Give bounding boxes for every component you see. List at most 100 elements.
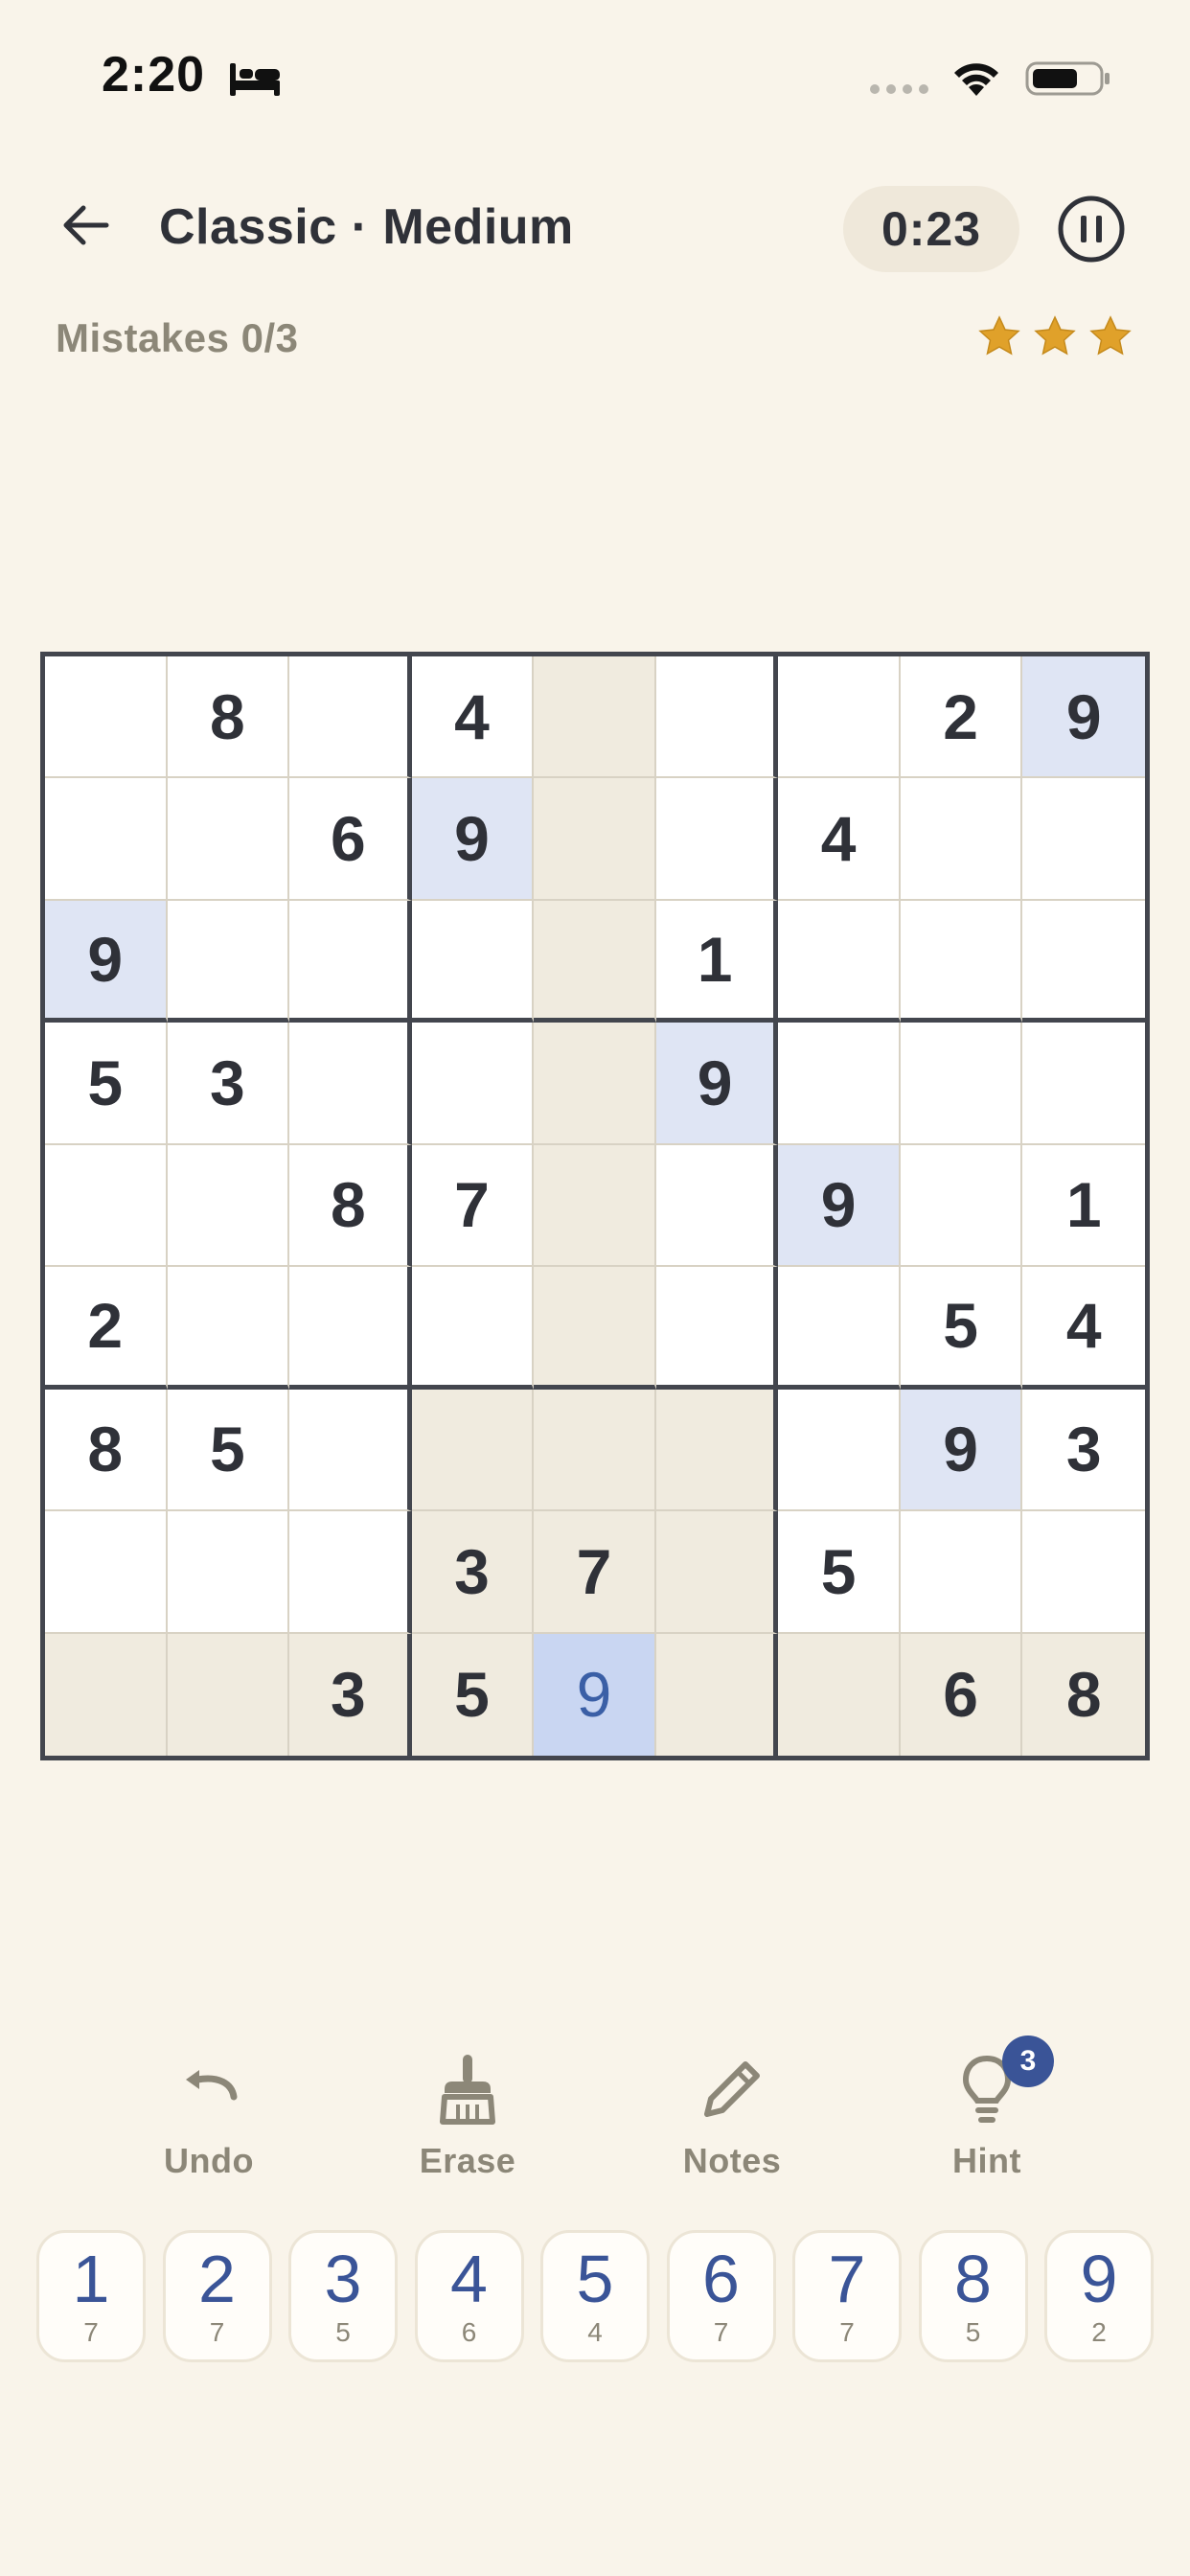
sudoku-cell-r5c6[interactable] [655,1144,779,1268]
sudoku-cell-r7c3[interactable] [289,1389,412,1512]
sudoku-cell-r5c4[interactable]: 7 [411,1144,535,1268]
sudoku-cell-r3c3[interactable] [289,900,412,1024]
sudoku-cell-r6c6[interactable] [655,1267,779,1390]
sudoku-cell-r3c1[interactable]: 9 [45,900,168,1024]
sudoku-cell-r4c4[interactable] [411,1023,535,1145]
sudoku-cell-r5c9[interactable]: 1 [1022,1144,1145,1268]
sudoku-cell-r7c8[interactable]: 9 [900,1389,1023,1512]
sudoku-cell-r7c4[interactable] [411,1389,535,1512]
sudoku-cell-r1c1[interactable] [45,656,168,779]
pause-button[interactable] [1056,194,1127,264]
sudoku-cell-r8c6[interactable] [655,1511,779,1634]
sudoku-cell-r9c2[interactable] [167,1633,290,1756]
sudoku-cell-r4c2[interactable]: 3 [167,1023,290,1145]
sudoku-cell-r4c9[interactable] [1022,1023,1145,1145]
hint-button[interactable]: Hint 3 [891,2036,1083,2185]
sudoku-cell-r1c6[interactable] [655,656,779,779]
sudoku-cell-r4c1[interactable]: 5 [45,1023,168,1145]
sudoku-cell-r7c6[interactable] [655,1389,779,1512]
number-key-digit: 5 [576,2242,614,2316]
number-key-2[interactable]: 27 [162,2230,272,2362]
sudoku-cell-r4c6[interactable]: 9 [655,1023,779,1145]
sudoku-cell-r1c4[interactable]: 4 [411,656,535,779]
sudoku-cell-r8c8[interactable] [900,1511,1023,1634]
undo-button[interactable]: Undo [113,2051,305,2185]
sudoku-cell-r2c1[interactable] [45,778,168,901]
sudoku-cell-r6c7[interactable] [778,1267,901,1390]
erase-button[interactable]: Erase [372,2051,563,2185]
sudoku-cell-r3c8[interactable] [900,900,1023,1024]
sudoku-cell-r7c7[interactable] [778,1389,901,1512]
sudoku-cell-r8c3[interactable] [289,1511,412,1634]
number-key-5[interactable]: 54 [540,2230,650,2362]
sudoku-cell-r3c7[interactable] [778,900,901,1024]
sudoku-cell-r4c5[interactable] [534,1023,656,1145]
sudoku-cell-r9c1[interactable] [45,1633,168,1756]
sudoku-board: 8429694915398791254859337535968 [40,652,1150,1760]
sudoku-cell-r8c9[interactable] [1022,1511,1145,1634]
sudoku-cell-r2c5[interactable] [534,778,656,901]
sudoku-cell-r5c1[interactable] [45,1144,168,1268]
sudoku-cell-r8c1[interactable] [45,1511,168,1634]
sudoku-cell-r9c6[interactable] [655,1633,779,1756]
sudoku-cell-r4c8[interactable] [900,1023,1023,1145]
sudoku-cell-r2c9[interactable] [1022,778,1145,901]
sudoku-cell-r6c5[interactable] [534,1267,656,1390]
sudoku-cell-r7c2[interactable]: 5 [167,1389,290,1512]
sudoku-cell-r9c5[interactable]: 9 [534,1633,656,1756]
sudoku-cell-r6c1[interactable]: 2 [45,1267,168,1390]
erase-label: Erase [419,2141,516,2180]
sudoku-cell-r2c8[interactable] [900,778,1023,901]
sudoku-cell-r6c8[interactable]: 5 [900,1267,1023,1390]
number-key-8[interactable]: 85 [918,2230,1028,2362]
sudoku-cell-r6c4[interactable] [411,1267,535,1390]
pause-icon [1058,196,1125,263]
sudoku-cell-r2c4[interactable]: 9 [411,778,535,901]
sudoku-cell-r1c7[interactable] [778,656,901,779]
sudoku-cell-r8c5[interactable]: 7 [534,1511,656,1634]
number-key-1[interactable]: 17 [36,2230,146,2362]
sudoku-cell-r5c7[interactable]: 9 [778,1144,901,1268]
sudoku-cell-r1c3[interactable] [289,656,412,779]
sudoku-cell-r9c8[interactable]: 6 [900,1633,1023,1756]
sudoku-cell-r1c5[interactable] [534,656,656,779]
sudoku-cell-r2c2[interactable] [167,778,290,901]
sudoku-cell-r2c3[interactable]: 6 [289,778,412,901]
sudoku-cell-r3c6[interactable]: 1 [655,900,779,1024]
sudoku-cell-r4c7[interactable] [778,1023,901,1145]
sudoku-cell-r5c2[interactable] [167,1144,290,1268]
sudoku-cell-r8c4[interactable]: 3 [411,1511,535,1634]
number-key-7[interactable]: 77 [792,2230,902,2362]
sudoku-cell-r5c3[interactable]: 8 [289,1144,412,1268]
sudoku-cell-r2c6[interactable] [655,778,779,901]
sudoku-cell-r7c1[interactable]: 8 [45,1389,168,1512]
sudoku-cell-r2c7[interactable]: 4 [778,778,901,901]
number-key-4[interactable]: 46 [414,2230,524,2362]
sudoku-cell-r6c2[interactable] [167,1267,290,1390]
sudoku-cell-r7c9[interactable]: 3 [1022,1389,1145,1512]
sudoku-cell-r8c2[interactable] [167,1511,290,1634]
number-key-6[interactable]: 67 [666,2230,776,2362]
sudoku-cell-r1c2[interactable]: 8 [167,656,290,779]
sudoku-cell-r9c9[interactable]: 8 [1022,1633,1145,1756]
sudoku-cell-r3c4[interactable] [411,900,535,1024]
sudoku-cell-r5c5[interactable] [534,1144,656,1268]
sudoku-cell-r3c5[interactable] [534,900,656,1024]
sudoku-cell-r1c9[interactable]: 9 [1022,656,1145,779]
sudoku-cell-r9c3[interactable]: 3 [289,1633,412,1756]
sudoku-cell-r5c8[interactable] [900,1144,1023,1268]
sudoku-cell-r4c3[interactable] [289,1023,412,1145]
sudoku-cell-r3c9[interactable] [1022,900,1145,1024]
sudoku-cell-r7c5[interactable] [534,1389,656,1512]
back-button[interactable] [54,194,117,257]
sudoku-cell-r6c9[interactable]: 4 [1022,1267,1145,1390]
number-key-9[interactable]: 92 [1044,2230,1154,2362]
sudoku-cell-r3c2[interactable] [167,900,290,1024]
sudoku-cell-r1c8[interactable]: 2 [900,656,1023,779]
number-key-3[interactable]: 35 [288,2230,398,2362]
sudoku-cell-r9c7[interactable] [778,1633,901,1756]
notes-button[interactable]: Notes [636,2051,828,2185]
sudoku-cell-r8c7[interactable]: 5 [778,1511,901,1634]
sudoku-cell-r6c3[interactable] [289,1267,412,1390]
sudoku-cell-r9c4[interactable]: 5 [411,1633,535,1756]
